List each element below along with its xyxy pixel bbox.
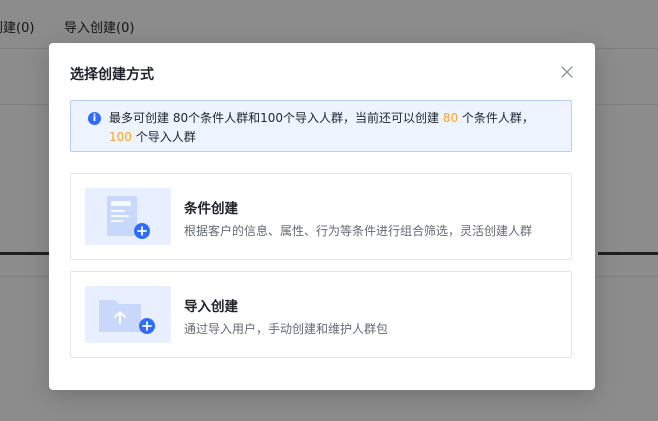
close-button[interactable]: [559, 64, 575, 80]
option-title: 条件创建: [184, 201, 238, 217]
folder-upload-illustration-icon: [85, 286, 171, 343]
option-description: 通过导入用户，手动创建和维护人群包: [184, 322, 389, 336]
notice-text: 最多可创建 80个条件人群和100个导入人群，当前还可以创建: [109, 111, 443, 125]
info-icon: i: [88, 112, 101, 125]
condition-remaining-count: 80: [442, 111, 459, 125]
import-remaining-count: 100: [109, 130, 132, 144]
notice-text: 个条件人群，: [458, 111, 534, 125]
option-title: 导入创建: [184, 299, 238, 315]
quota-notice: i 最多可创建 80个条件人群和100个导入人群，当前还可以创建 80 个条件人…: [70, 100, 572, 152]
import-create-option[interactable]: 导入创建 通过导入用户，手动创建和维护人群包: [70, 271, 572, 358]
create-method-dialog: 选择创建方式 i 最多可创建 80个条件人群和100个导入人群，当前还可以创建 …: [49, 43, 595, 390]
notice-text: 个导入人群: [131, 130, 196, 144]
document-illustration-icon: [85, 188, 171, 245]
option-description: 根据客户的信息、属性、行为等条件进行组合筛选，灵活创建人群: [184, 224, 533, 238]
dialog-title: 选择创建方式: [70, 67, 154, 83]
close-icon: [561, 66, 573, 78]
condition-create-option[interactable]: 条件创建 根据客户的信息、属性、行为等条件进行组合筛选，灵活创建人群: [70, 173, 572, 260]
